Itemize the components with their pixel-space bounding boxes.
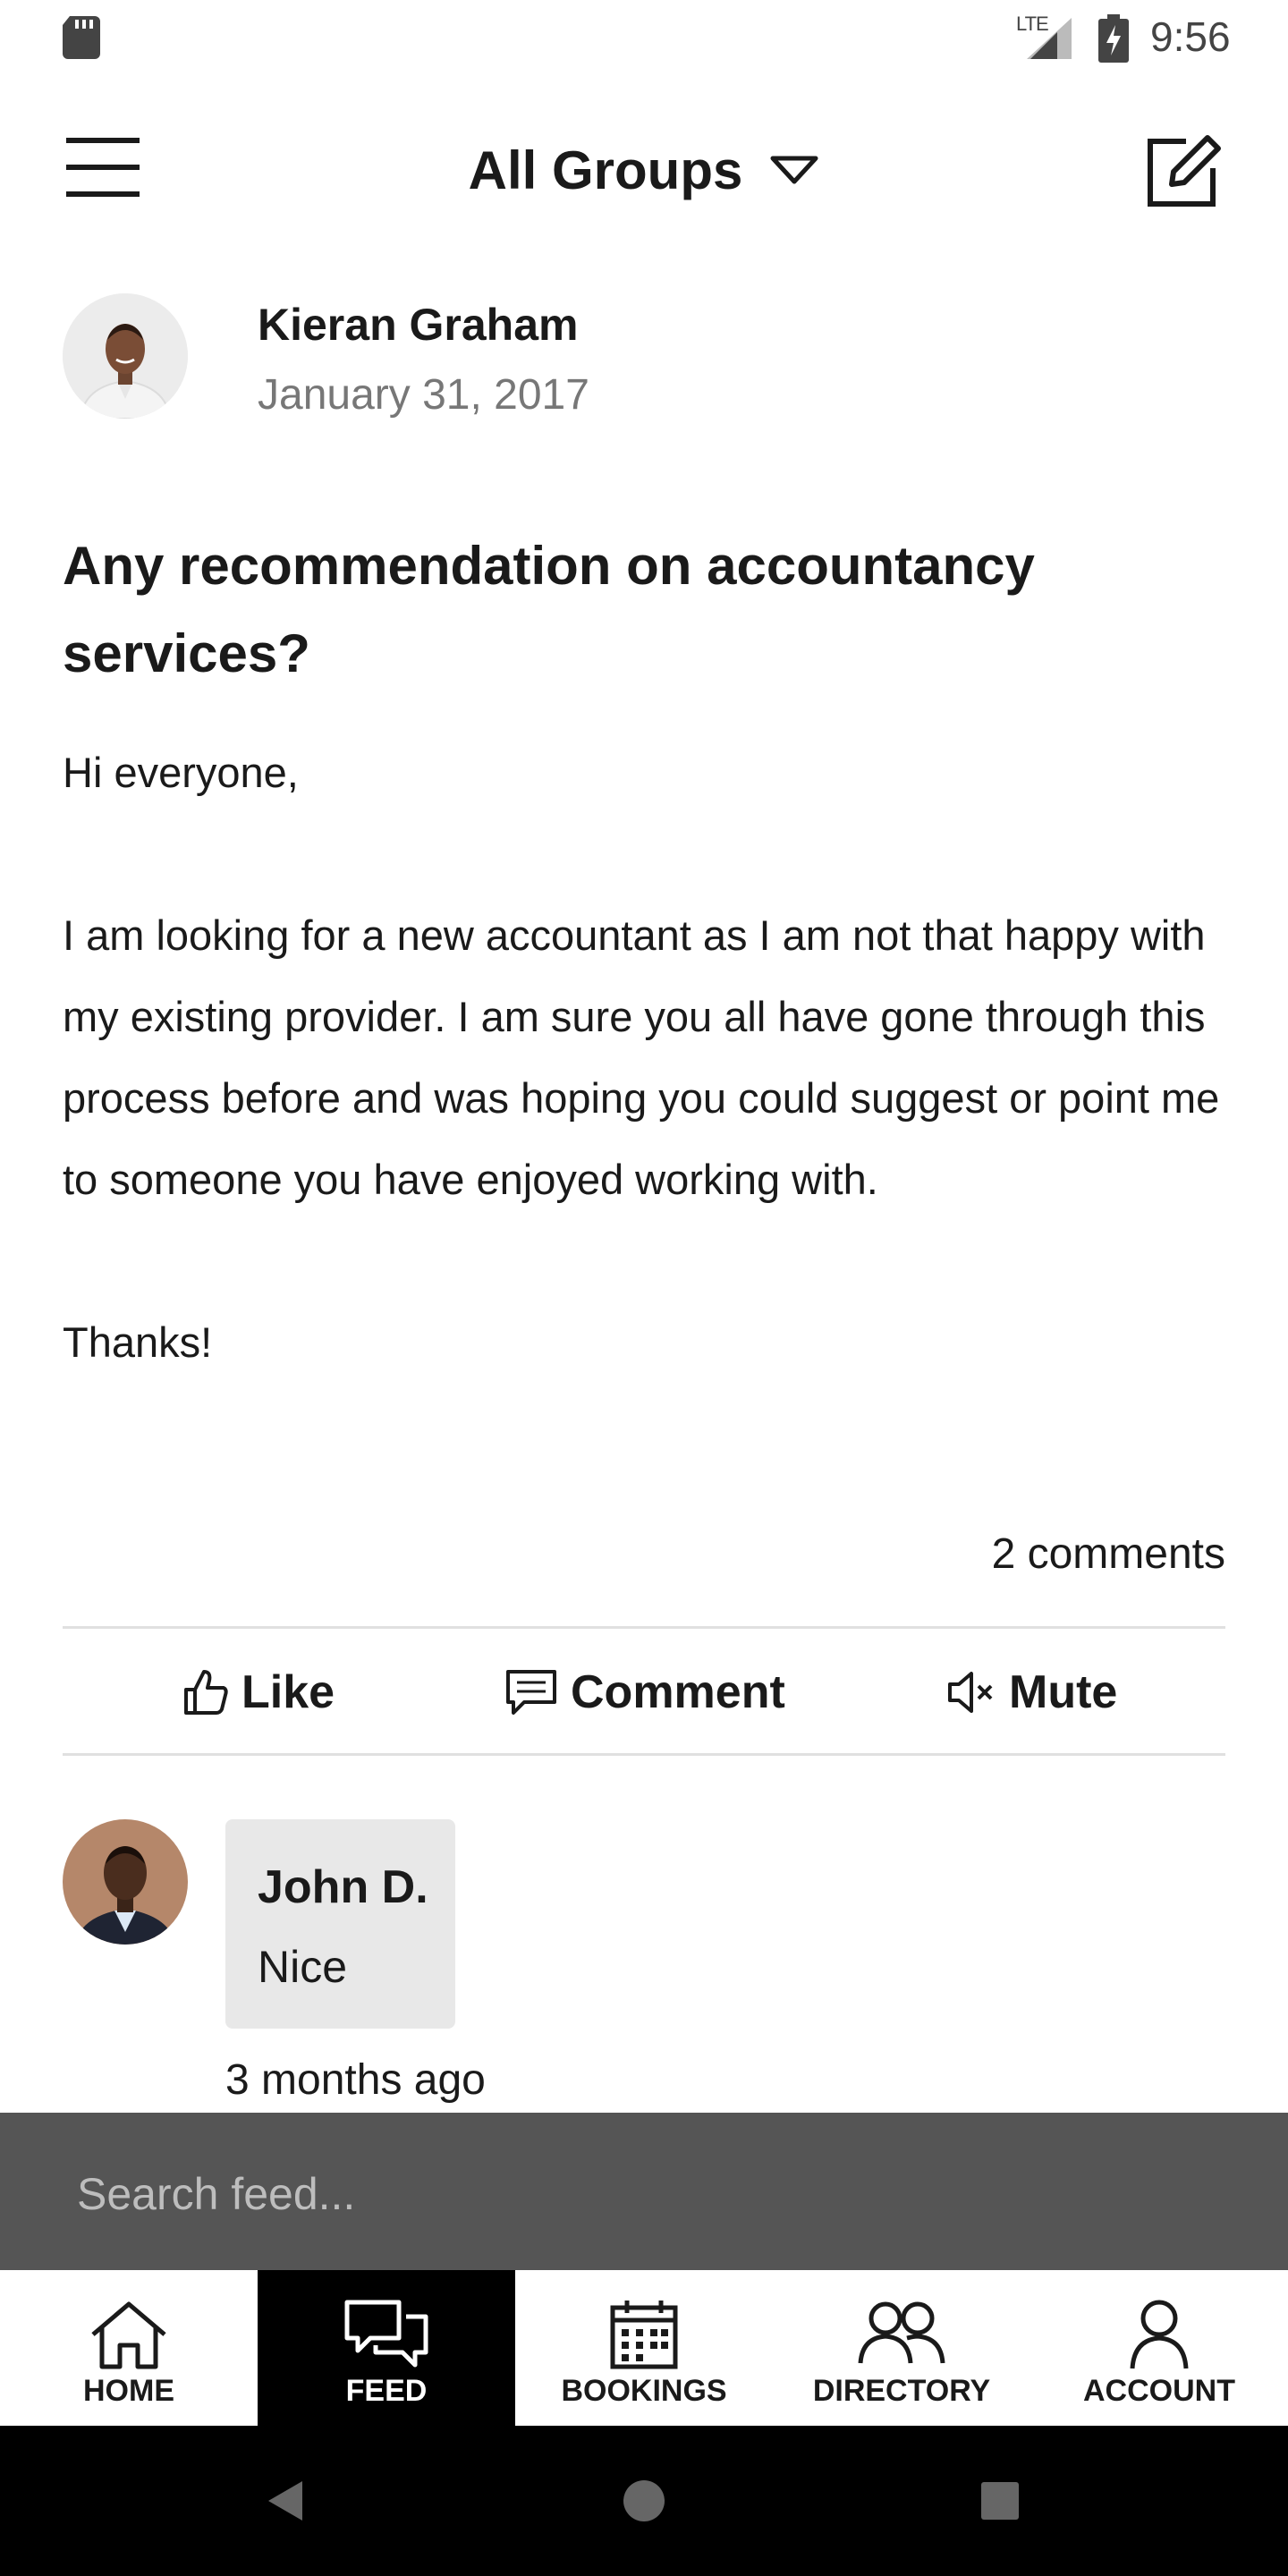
compose-icon[interactable]	[1145, 132, 1222, 209]
comment-bubble	[225, 1819, 455, 2029]
post-title: Any recommendation on accountancy servic…	[63, 536, 1035, 683]
home-icon	[91, 2301, 166, 2369]
signal-icon	[1027, 18, 1072, 59]
person-icon	[1130, 2300, 1189, 2369]
comments-count[interactable]: 2 comments	[992, 1530, 1225, 1579]
comment-button[interactable]: Comment	[504, 1660, 785, 1724]
nav-directory[interactable]: DIRECTORY	[773, 2270, 1030, 2426]
nav-label: BOOKINGS	[561, 2374, 727, 2408]
commenter-avatar[interactable]	[63, 1819, 188, 1945]
mute-icon	[948, 1672, 993, 1713]
chevron-down-icon	[770, 156, 818, 184]
nav-feed[interactable]: FEED	[258, 2270, 515, 2426]
home-circle-icon[interactable]	[623, 2479, 665, 2522]
nav-bookings[interactable]: BOOKINGS	[515, 2270, 773, 2426]
author-name[interactable]: Kieran Graham	[258, 299, 578, 351]
like-label: Like	[242, 1666, 335, 1718]
clock: 9:56	[1150, 13, 1231, 60]
divider	[63, 1626, 1225, 1629]
people-icon	[858, 2301, 945, 2364]
chat-bubbles-icon	[344, 2300, 428, 2368]
post-date: January 31, 2017	[258, 371, 589, 419]
like-button[interactable]: Like	[182, 1660, 335, 1724]
nav-home[interactable]: HOME	[0, 2270, 258, 2426]
comment-text: Nice	[258, 1942, 348, 1992]
avatar-image	[63, 1819, 188, 1945]
system-navigation-bar	[0, 2426, 1288, 2576]
recents-icon[interactable]	[980, 2481, 1020, 2521]
back-icon[interactable]	[265, 2479, 304, 2522]
calendar-icon	[610, 2301, 678, 2369]
mute-label: Mute	[1009, 1666, 1118, 1718]
nav-label: HOME	[83, 2374, 174, 2408]
commenter-name[interactable]: John D.	[258, 1860, 428, 1914]
comment-time: 3 months ago	[225, 2056, 486, 2104]
search-bar	[0, 2113, 1288, 2270]
sd-card-icon	[63, 16, 100, 59]
author-avatar[interactable]	[63, 293, 188, 419]
bottom-navigation: HOME FEED BOOKINGS DIRECTORY ACCOUNT	[0, 2270, 1288, 2426]
avatar-image	[63, 293, 188, 419]
nav-account[interactable]: ACCOUNT	[1030, 2270, 1288, 2426]
nav-label: DIRECTORY	[812, 2374, 991, 2408]
mute-button[interactable]: Mute	[946, 1660, 1117, 1724]
search-input[interactable]	[75, 2156, 1241, 2233]
divider	[63, 1753, 1225, 1756]
status-bar: LTE 9:56	[0, 0, 1288, 75]
post-body: Hi everyone, I am looking for a new acco…	[63, 749, 1220, 1366]
comment-icon	[506, 1670, 556, 1715]
nav-label: FEED	[345, 2374, 428, 2408]
group-selector[interactable]: All Groups	[0, 134, 1288, 206]
page-title: All Groups	[468, 140, 743, 200]
thumbs-up-icon	[184, 1670, 228, 1715]
comment-label: Comment	[571, 1666, 785, 1718]
battery-charging-icon	[1098, 14, 1129, 63]
nav-label: ACCOUNT	[1083, 2374, 1235, 2408]
